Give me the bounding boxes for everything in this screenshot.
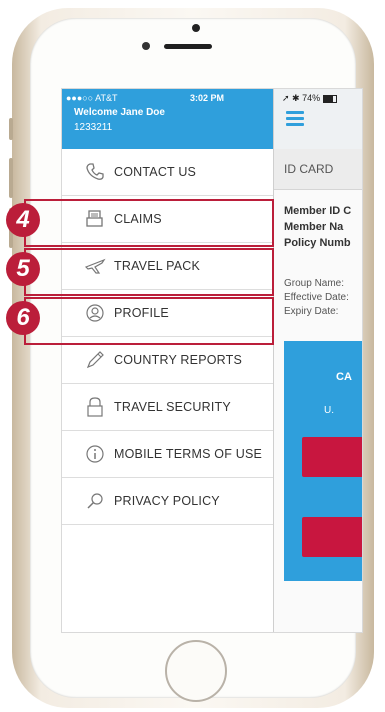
phone-icon: [84, 161, 106, 183]
card-panel: CA U.: [284, 341, 362, 581]
sensor-icon: [142, 42, 150, 50]
battery-icon: [323, 94, 338, 103]
home-button[interactable]: [165, 640, 227, 702]
card-action-button-2[interactable]: [302, 517, 362, 557]
info-icon: [84, 443, 106, 465]
callout-box-profile: [24, 297, 274, 345]
menu-item-label: COUNTRY REPORTS: [114, 353, 243, 367]
content-header: ➚ ✱ 74%: [274, 89, 362, 149]
menu-item-mobile-terms[interactable]: MOBILE TERMS OF USE: [62, 431, 273, 478]
side-menu: ●●●○○ AT&T 3:02 PM Welcome Jane Doe 1233…: [62, 89, 274, 632]
lock-icon: [84, 396, 106, 418]
effective-date-label: Effective Date:: [284, 292, 349, 303]
phone-screen: ●●●○○ AT&T 3:02 PM Welcome Jane Doe 1233…: [61, 88, 363, 633]
content-pane: ➚ ✱ 74% ID CARD Member ID C Member Na Po…: [274, 89, 362, 632]
menu-item-label: PRIVACY POLICY: [114, 494, 220, 508]
card-label: CA: [336, 371, 352, 383]
menu-header: ●●●○○ AT&T 3:02 PM Welcome Jane Doe 1233…: [62, 89, 273, 149]
member-name-label: Member Na: [284, 221, 344, 233]
hamburger-menu-icon[interactable]: [286, 111, 304, 129]
battery-percent: 74%: [302, 93, 321, 103]
carrier-status: ●●●○○ AT&T: [66, 93, 118, 103]
callout-badge-6: 6: [6, 301, 40, 335]
status-time: 3:02 PM: [190, 93, 225, 103]
callout-box-claims: [24, 199, 274, 247]
member-number: 1233211: [74, 122, 113, 133]
member-id-label: Member ID C: [284, 205, 352, 217]
menu-item-label: MOBILE TERMS OF USE: [114, 447, 263, 461]
menu-item-label: TRAVEL SECURITY: [114, 400, 231, 414]
menu-item-privacy-policy[interactable]: PRIVACY POLICY: [62, 478, 273, 525]
menu-item-travel-security[interactable]: TRAVEL SECURITY: [62, 384, 273, 431]
menu-item-label: CONTACT US: [114, 165, 197, 179]
callout-badge-4: 4: [6, 203, 40, 237]
member-info: Member ID C Member Na Policy Numb: [284, 203, 351, 251]
group-info: Group Name: Effective Date: Expiry Date:: [284, 277, 349, 319]
menu-item-contact-us[interactable]: CONTACT US: [62, 149, 273, 196]
pencil-icon: [84, 349, 106, 371]
card-action-button-1[interactable]: [302, 437, 362, 477]
callout-badge-5: 5: [6, 252, 40, 286]
battery-status: ➚ ✱ 74%: [282, 93, 338, 104]
page-title: ID CARD: [284, 162, 334, 176]
group-name-label: Group Name:: [284, 278, 345, 289]
volume-up-button: [9, 158, 13, 198]
id-card-bar: ID CARD: [274, 149, 362, 190]
card-subtext: U.: [324, 405, 334, 416]
callout-box-travel-pack: [24, 248, 274, 296]
expiry-date-label: Expiry Date:: [284, 306, 339, 317]
speaker-grille: [164, 44, 212, 49]
camera-icon: [192, 24, 200, 32]
search-icon: [84, 490, 106, 512]
welcome-text: Welcome Jane Doe: [74, 107, 165, 118]
policy-number-label: Policy Numb: [284, 237, 351, 249]
mute-switch: [9, 118, 13, 140]
